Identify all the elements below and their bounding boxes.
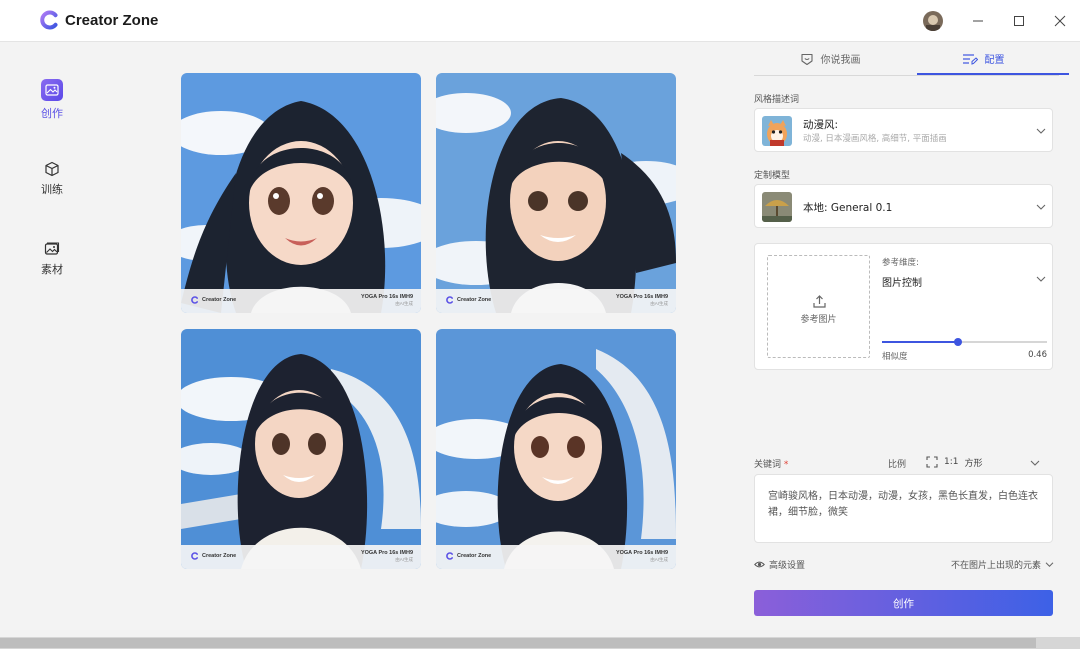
nav-label-train: 训练 [41, 183, 63, 196]
watermark-model: YOGA Pro 16s IMH9 [360, 550, 413, 556]
watermark-brand: Creator Zone [202, 297, 237, 303]
watermark-sub: 由AI生成 [650, 556, 668, 562]
anime-girl-image [436, 329, 676, 569]
side-nav: 创作 训练 素材 [0, 42, 104, 637]
chevron-down-icon [1036, 204, 1046, 210]
aspect-ratio-icon [926, 456, 938, 468]
watermark-sub: 由AI生成 [650, 300, 668, 306]
keywords-text: 宫崎骏风格，日本动漫，动漫，女孩，黑色长直发，白色连衣裙，细节脸，微笑 [768, 491, 1038, 518]
watermark-brand: Creator Zone [202, 553, 237, 559]
nav-label-assets: 素材 [41, 263, 63, 276]
slider-handle[interactable] [954, 338, 962, 346]
style-section-label: 风格描述词 [754, 95, 800, 105]
gallery-icon [44, 242, 60, 255]
chevron-down-icon [1045, 562, 1054, 567]
tab-config[interactable]: 配置 [907, 42, 1059, 75]
nav-item-train[interactable]: 训练 [24, 161, 80, 197]
ratio-value: 1:1 [944, 457, 959, 467]
close-icon[interactable] [1050, 11, 1070, 31]
image-watermark-bar: Creator Zone YOGA Pro 16s IMH9 由AI生成 [436, 289, 676, 313]
style-select[interactable]: 动漫风: 动漫, 日本漫画风格, 高细节, 平面插画 [754, 108, 1053, 152]
watermark-model: YOGA Pro 16s IMH9 [615, 294, 668, 300]
minimize-icon[interactable] [968, 11, 988, 31]
chevron-down-icon [1036, 276, 1046, 282]
reference-dimension-value: 图片控制 [882, 278, 922, 289]
model-thumbnail [762, 192, 792, 222]
creator-zone-logo-icon [446, 552, 453, 560]
reference-upload-label: 参考图片 [800, 315, 837, 325]
keywords-input[interactable]: 宫崎骏风格，日本动漫，动漫，女孩，黑色长直发，白色连衣裙，细节脸，微笑 [754, 474, 1053, 543]
advanced-settings-toggle[interactable]: 高级设置 [754, 558, 805, 571]
watermark-brand: Creator Zone [457, 553, 492, 559]
ratio-name: 方形 [964, 458, 983, 469]
list-edit-icon [962, 53, 978, 65]
reference-card: 参考图片 参考维度: 图片控制 相似度 0.46 [754, 243, 1053, 370]
image-edit-icon [41, 79, 63, 101]
eye-icon [754, 561, 765, 568]
watermark-sub: 由AI生成 [395, 556, 413, 562]
upload-icon [813, 295, 826, 308]
model-section-label: 定制模型 [754, 171, 791, 181]
cube-icon [45, 161, 59, 177]
chat-shield-icon [800, 53, 813, 65]
user-avatar[interactable] [923, 11, 943, 31]
tab-describe-label: 你说我画 [820, 55, 861, 66]
creator-zone-logo-icon [40, 10, 58, 30]
reference-dimension-label: 参考维度: [882, 258, 919, 268]
model-select[interactable]: 本地: General 0.1 [754, 184, 1053, 228]
slider-fill [882, 341, 958, 343]
scrollbar-thumb[interactable] [0, 638, 1036, 648]
keywords-label: 关键词 [754, 460, 782, 470]
watermark-brand: Creator Zone [457, 297, 492, 303]
ratio-label: 比例 [888, 460, 907, 470]
style-description: 动漫, 日本漫画风格, 高细节, 平面插画 [803, 134, 947, 144]
app-name: Creator Zone [65, 11, 159, 29]
tab-active-indicator [917, 73, 1069, 75]
watermark-sub: 由AI生成 [395, 300, 413, 306]
anime-girl-image [181, 329, 421, 569]
chevron-down-icon [1036, 128, 1046, 134]
similarity-value: 0.46 [1028, 350, 1047, 360]
config-panel: 你说我画 配置 风格描述词 动漫风: 动漫, 日本漫画风格, 高细节, 平面插画… [744, 42, 1069, 637]
chevron-down-icon[interactable] [1030, 459, 1040, 467]
nav-item-create[interactable]: 创作 [24, 79, 80, 121]
creator-zone-logo-icon [446, 296, 453, 304]
style-title: 动漫风: [803, 119, 839, 131]
watermark-model: YOGA Pro 16s IMH9 [360, 294, 413, 300]
reference-image-upload[interactable]: 参考图片 [767, 255, 870, 358]
negative-prompt-toggle[interactable]: 不在图片上出现的元素 [914, 558, 1054, 571]
reference-dimension-select[interactable]: 图片控制 [882, 271, 1050, 289]
required-mark: * [783, 460, 789, 470]
image-watermark-bar: Creator Zone YOGA Pro 16s IMH9 由AI生成 [436, 545, 676, 569]
creator-zone-logo-icon [191, 552, 198, 560]
maximize-icon[interactable] [1009, 11, 1029, 31]
similarity-slider[interactable] [882, 336, 1047, 348]
tab-describe[interactable]: 你说我画 [754, 42, 906, 75]
keywords-label-wrap: 关键词 * [754, 457, 788, 470]
anime-girl-image [436, 73, 676, 313]
generated-image-1[interactable]: Creator Zone YOGA Pro 16s IMH9 由AI生成 [181, 73, 421, 313]
nav-item-assets[interactable]: 素材 [24, 241, 80, 277]
ratio-select[interactable]: 1:1 方形 [926, 455, 1046, 469]
generated-image-3[interactable]: Creator Zone YOGA Pro 16s IMH9 由AI生成 [181, 329, 421, 569]
generated-image-2[interactable]: Creator Zone YOGA Pro 16s IMH9 由AI生成 [436, 73, 676, 313]
title-bar: Creator Zone [0, 0, 1080, 42]
creator-zone-logo-icon [191, 296, 198, 304]
advanced-settings-label: 高级设置 [769, 561, 806, 571]
watermark-model: YOGA Pro 16s IMH9 [615, 550, 668, 556]
tab-config-label: 配置 [984, 55, 1005, 66]
model-value: 本地: General 0.1 [803, 202, 893, 214]
anime-girl-image [181, 73, 421, 313]
image-watermark-bar: Creator Zone YOGA Pro 16s IMH9 由AI生成 [181, 289, 421, 313]
style-thumbnail [762, 116, 792, 146]
create-button[interactable]: 创作 [754, 590, 1053, 616]
generated-image-4[interactable]: Creator Zone YOGA Pro 16s IMH9 由AI生成 [436, 329, 676, 569]
similarity-label: 相似度 [882, 352, 908, 362]
image-watermark-bar: Creator Zone YOGA Pro 16s IMH9 由AI生成 [181, 545, 421, 569]
nav-label-create: 创作 [41, 107, 63, 120]
app-brand: Creator Zone [40, 10, 158, 30]
negative-prompt-label: 不在图片上出现的元素 [950, 561, 1041, 571]
panel-tabs: 你说我画 配置 [754, 42, 1069, 76]
